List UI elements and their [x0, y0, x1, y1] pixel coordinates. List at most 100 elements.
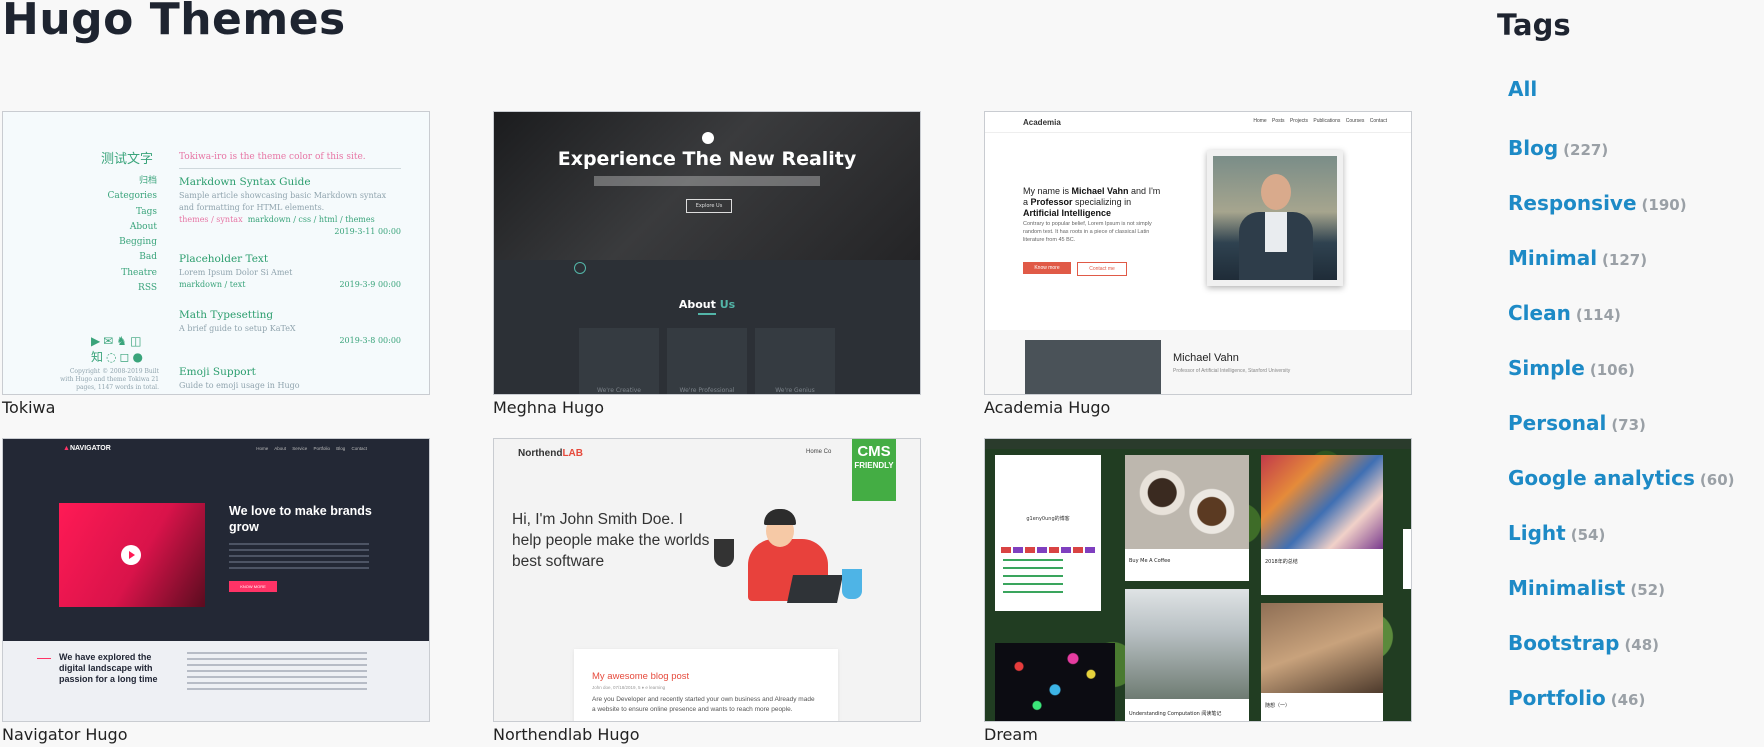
tag-personal[interactable]: Personal (73) — [1508, 411, 1646, 435]
tag-count: (190) — [1641, 196, 1687, 214]
instagram-icon: ◻ — [119, 350, 133, 364]
preview-post-title: Placeholder Text — [179, 253, 269, 265]
tag-count: (48) — [1624, 636, 1660, 654]
preview-post: Emoji Support Guide to emoji usage in Hu… — [179, 366, 401, 392]
theme-card-academia[interactable]: Academia Home Posts Projects Publication… — [984, 111, 1412, 417]
tag-blog[interactable]: Blog (227) — [1508, 136, 1608, 160]
theme-thumbnail[interactable]: ▲NAVIGATOR Home About Service Portfolio … — [2, 438, 430, 722]
theme-name[interactable]: Meghna Hugo — [493, 398, 921, 417]
preview-text — [229, 543, 369, 573]
preview-intro-text: My name is — [1023, 186, 1072, 196]
tag-responsive[interactable]: Responsive (190) — [1508, 191, 1687, 215]
preview-nav-item: Categories — [107, 191, 158, 202]
tag-clean[interactable]: Clean (114) — [1508, 301, 1621, 325]
tag-link[interactable]: Bootstrap — [1508, 631, 1619, 655]
theme-name[interactable]: Dream — [984, 725, 1412, 744]
theme-thumbnail[interactable]: Academia Home Posts Projects Publication… — [984, 111, 1412, 395]
preview-intro-field: Artificial Intelligence — [1023, 208, 1112, 218]
tag-link[interactable]: Minimalist — [1508, 576, 1625, 600]
tag-google-analytics[interactable]: Google analytics (60) — [1508, 466, 1735, 490]
theme-name[interactable]: Navigator Hugo — [2, 725, 430, 744]
tag-minimalist[interactable]: Minimalist (52) — [1508, 576, 1665, 600]
preview-menu: Home Co — [806, 449, 832, 455]
preview-brand-accent: LAB — [562, 448, 584, 459]
theme-thumbnail[interactable]: Experience The New Reality Explore Us Ab… — [493, 111, 921, 395]
tag-link[interactable]: Light — [1508, 521, 1566, 545]
theme-thumbnail[interactable]: NorthendLAB Home Co CMS FRIENDLY Hi, I'm… — [493, 438, 921, 722]
preview-brand-text: Northend — [518, 448, 563, 459]
tag-link[interactable]: Minimal — [1508, 246, 1597, 270]
preview-feature-box: We're Genius — [755, 328, 835, 394]
preview-footer: Copyright © 2008-2019 Built with Hugo an… — [60, 368, 159, 391]
theme-name[interactable]: Northendlab Hugo — [493, 725, 921, 744]
theme-thumbnail[interactable]: 测试文字 归档 Categories Tags About Begging Ba… — [2, 111, 430, 395]
preview-post-title: Markdown Syntax Guide — [179, 176, 311, 188]
preview-tag-chips — [1001, 547, 1095, 553]
flask-icon — [842, 569, 862, 599]
preview-post-meta: John doe, 07/18/2019, 5 ♦ e learning — [592, 685, 666, 690]
preview-lower-heading: We have explored the digital landscape w… — [59, 652, 158, 684]
tag-count: (54) — [1570, 526, 1606, 544]
preview-headline: We love to make brands grow — [229, 504, 372, 534]
tag-minimal[interactable]: Minimal (127) — [1508, 246, 1647, 270]
theme-card-navigator[interactable]: ▲NAVIGATOR Home About Service Portfolio … — [2, 438, 430, 744]
portrait-image — [1207, 150, 1343, 286]
preview-card-title: 2018年的总结 — [1265, 559, 1298, 565]
tag-link[interactable]: Clean — [1508, 301, 1571, 325]
logo-icon — [574, 262, 586, 274]
tag-link[interactable]: Portfolio — [1508, 686, 1606, 710]
preview-nav-item: Begging — [119, 237, 157, 248]
theme-thumbnail[interactable]: g1eny0ung的博客 Buy Me A Coffee 2018年的总结 Un… — [984, 438, 1412, 722]
tag-simple[interactable]: Simple (106) — [1508, 356, 1635, 380]
tag-count: (127) — [1602, 251, 1648, 269]
theme-name[interactable]: Tokiwa — [2, 398, 430, 417]
page-title: Hugo Themes — [2, 0, 346, 45]
preview-brand: Academia — [1023, 118, 1061, 127]
theme-card-meghna[interactable]: Experience The New Reality Explore Us Ab… — [493, 111, 921, 417]
pinecone-image — [1125, 589, 1249, 699]
ribbon-line: FRIENDLY — [854, 461, 894, 470]
cat-icon: ♞ — [116, 334, 131, 348]
preview-headline: Hi, I'm John Smith Doe. I help people ma… — [512, 511, 710, 570]
theme-card-tokiwa[interactable]: 测试文字 归档 Categories Tags About Begging Ba… — [2, 111, 430, 417]
tag-all[interactable]: All — [1508, 77, 1542, 101]
tag-link[interactable]: Google analytics — [1508, 466, 1695, 490]
cms-friendly-ribbon: CMS FRIENDLY — [852, 439, 896, 501]
laptop-icon — [787, 575, 843, 603]
book-image — [1261, 603, 1383, 693]
preview-post-date: 2019-3-8 00:00 — [339, 336, 401, 345]
preview-card-edge — [1403, 529, 1411, 589]
tag-count: (114) — [1575, 306, 1621, 324]
preview-sidebar: g1eny0ung的博客 — [995, 455, 1101, 611]
tag-bootstrap[interactable]: Bootstrap (48) — [1508, 631, 1659, 655]
preview-post-desc: Guide to emoji usage in Hugo — [179, 381, 300, 390]
tag-link[interactable]: All — [1508, 77, 1537, 101]
twitter-icon: ✉ — [103, 334, 117, 348]
preview-nav-item: Bad — [139, 252, 157, 263]
theme-card-dream[interactable]: g1eny0ung的博客 Buy Me A Coffee 2018年的总结 Un… — [984, 438, 1412, 744]
tag-link[interactable]: Blog — [1508, 136, 1558, 160]
illustration-hair — [764, 509, 796, 525]
weibo-icon: ◌ — [106, 350, 120, 364]
tag-link[interactable]: Responsive — [1508, 191, 1637, 215]
painting-image — [1261, 455, 1383, 549]
preview-nav-item: About — [129, 221, 157, 232]
preview-brand: NorthendLAB — [518, 448, 583, 459]
theme-card-northendlab[interactable]: NorthendLAB Home Co CMS FRIENDLY Hi, I'm… — [493, 438, 921, 744]
coffee-image — [1125, 455, 1249, 549]
tag-portfolio[interactable]: Portfolio (46) — [1508, 686, 1645, 710]
preview-intro-name: Michael Vahn — [1071, 186, 1129, 196]
video-icon: ▶ — [91, 334, 104, 348]
tag-count: (106) — [1589, 361, 1635, 379]
preview-post-tags: markdown / text — [179, 280, 246, 289]
preview-bio: Contrary to popular belief, Lorem Ipsum … — [1023, 221, 1152, 243]
tag-light[interactable]: Light (54) — [1508, 521, 1605, 545]
theme-name[interactable]: Academia Hugo — [984, 398, 1412, 417]
preview-feature-label: We're Genius — [775, 387, 815, 394]
preview-navbar — [494, 260, 920, 284]
tag-count: (227) — [1563, 141, 1609, 159]
tag-link[interactable]: Simple — [1508, 356, 1585, 380]
tag-count: (60) — [1699, 471, 1735, 489]
tag-count: (73) — [1611, 416, 1646, 434]
tag-link[interactable]: Personal — [1508, 411, 1606, 435]
